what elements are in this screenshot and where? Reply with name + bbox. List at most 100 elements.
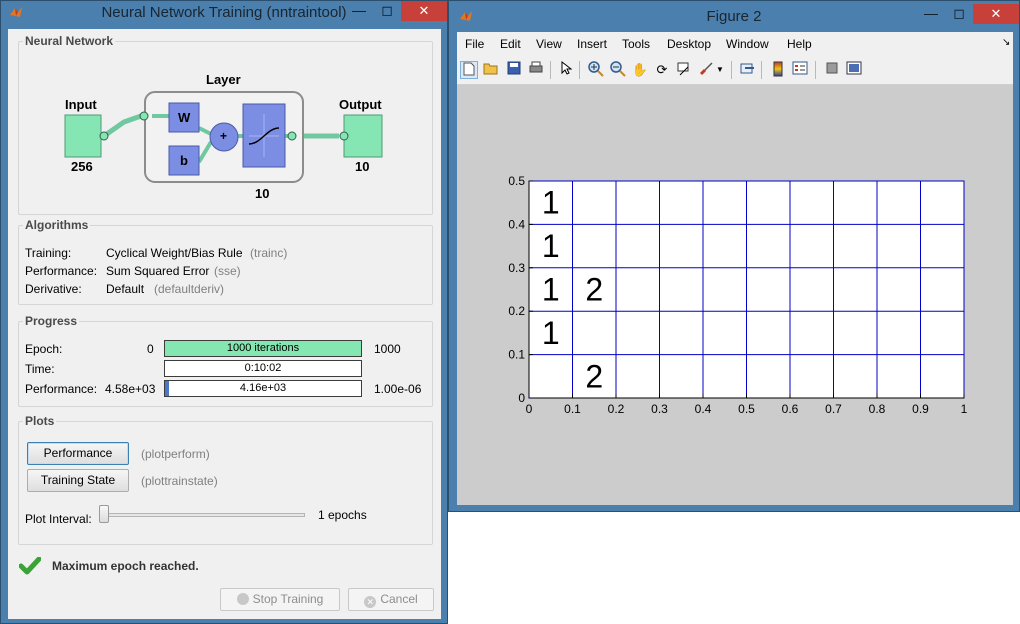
cell-label: 2 (585, 358, 603, 394)
plot-training-state-button[interactable]: Training State (27, 469, 129, 492)
perf-label: Performance: (25, 382, 98, 396)
cancel-label: Cancel (380, 592, 418, 606)
cell-label: 1 (542, 185, 560, 221)
new-figure-icon[interactable] (460, 61, 478, 79)
x-tick-label: 0.5 (738, 402, 755, 416)
y-tick-label: 0.2 (508, 304, 525, 318)
menu-window[interactable]: Window (726, 37, 769, 51)
output-node (339, 131, 349, 141)
close-button[interactable]: ✕ (401, 1, 447, 21)
stop-training-button[interactable]: Stop Training (220, 588, 340, 611)
dock-arrow-icon[interactable]: ↘ (1002, 37, 1010, 48)
training-value: Cyclical Weight/Bias Rule (106, 246, 243, 260)
menu-help[interactable]: Help (787, 37, 812, 51)
x-tick-label: 0.3 (651, 402, 668, 416)
figure-toolbar: ✋ ⟳ ▼ (457, 56, 1013, 85)
pointer-icon[interactable] (557, 60, 575, 79)
x-tick-label: 0.4 (695, 402, 712, 416)
plots-group-title: Plots (23, 414, 57, 428)
menu-edit[interactable]: Edit (500, 37, 521, 51)
show-plot-tools-icon[interactable] (845, 61, 863, 79)
cell-label: 1 (542, 315, 560, 351)
performance-progress-fill (165, 381, 169, 396)
plot-interval-value: 1 epochs (318, 508, 367, 522)
layer-input-node (139, 111, 149, 121)
time-value: 0:10:02 (244, 362, 282, 374)
figure-close-button[interactable]: ✕ (973, 4, 1019, 24)
layer-output-node (287, 131, 297, 141)
cell-label: 1 (542, 228, 560, 264)
plot-performance-fn: (plotperform) (141, 447, 210, 461)
menu-view[interactable]: View (536, 37, 562, 51)
menu-insert[interactable]: Insert (577, 37, 607, 51)
brush-icon[interactable] (697, 61, 715, 79)
maximize-button[interactable]: ◻ (373, 1, 401, 21)
open-icon[interactable] (482, 61, 500, 79)
performance-code: (sse) (214, 264, 241, 278)
plot-interval-thumb[interactable] (99, 505, 109, 523)
cell-label: 2 (585, 272, 603, 308)
progress-group: Progress Epoch: 0 1000 iterations 1000 T… (18, 314, 433, 407)
legend-icon[interactable] (791, 61, 809, 79)
grid-chart: 0 0.1 0.2 0.3 0.4 0.5 0.6 0.7 0.8 0.9 1 0 0.1 0.2 0.3 0… (508, 174, 967, 416)
train-window-client: Neural Network Input 256 Layer W b + 10 … (8, 29, 441, 619)
perf-end: 1.00e-06 (374, 382, 422, 396)
x-tick-label: 0.9 (912, 402, 929, 416)
epoch-label: Epoch: (25, 342, 63, 356)
colorbar-icon[interactable] (769, 61, 787, 79)
menu-desktop[interactable]: Desktop (667, 37, 711, 51)
figure-maximize-button[interactable]: ◻ (945, 4, 973, 24)
train-window-titlebar[interactable]: Neural Network Training (nntraintool) — … (1, 1, 447, 23)
x-tick-label: 0 (526, 402, 533, 416)
weight-label: W (178, 110, 191, 125)
plot-training-state-fn: (plottrainstate) (141, 474, 218, 488)
derivative-value: Default (106, 282, 145, 296)
derivative-label: Derivative: (25, 282, 82, 296)
check-icon (19, 557, 41, 575)
x-tick-label: 0.8 (869, 402, 886, 416)
plot-performance-button[interactable]: Performance (27, 442, 129, 465)
pan-icon[interactable]: ✋ (631, 61, 649, 79)
figure-menubar: File Edit View Insert Tools Desktop Wind… (457, 32, 1013, 56)
brush-dropdown-icon[interactable]: ▼ (715, 61, 725, 79)
zoom-out-icon[interactable] (609, 61, 627, 79)
minimize-button[interactable]: — (345, 1, 373, 21)
input-size: 256 (71, 159, 93, 174)
performance-value: Sum Squared Error (106, 264, 210, 278)
algorithms-group: Algorithms Training: Cyclical Weight/Bia… (18, 218, 433, 305)
save-icon[interactable] (505, 61, 523, 79)
output-size: 10 (355, 159, 370, 174)
train-window: Neural Network Training (nntraintool) — … (0, 0, 448, 624)
epoch-start: 0 (147, 342, 154, 356)
epoch-end: 1000 (374, 342, 401, 356)
training-code: (trainc) (250, 246, 288, 260)
cancel-button[interactable]: ✕ Cancel (348, 588, 434, 611)
plot-interval-track[interactable] (99, 513, 305, 517)
x-tick-label: 0.2 (608, 402, 625, 416)
x-tick-label: 0.1 (564, 402, 581, 416)
cancel-icon: ✕ (364, 596, 377, 608)
network-diagram (64, 91, 383, 183)
rotate-icon[interactable]: ⟳ (653, 61, 671, 79)
figure-window: Figure 2 — ◻ ✕ File Edit View Insert Too… (448, 0, 1020, 512)
time-display: 0:10:02 (164, 360, 362, 377)
menu-tools[interactable]: Tools (622, 37, 650, 51)
layer-size: 10 (255, 186, 270, 201)
output-label: Output (339, 97, 382, 112)
x-tick-label: 0.7 (825, 402, 842, 416)
cell-label: 1 (542, 272, 560, 308)
hide-plot-tools-icon[interactable] (823, 61, 841, 79)
data-cursor-icon[interactable] (675, 61, 693, 79)
print-icon[interactable] (527, 61, 545, 79)
stop-icon (236, 593, 249, 605)
link-icon[interactable] (739, 61, 757, 79)
epoch-progress-text: 1000 iterations (226, 342, 300, 354)
menu-file[interactable]: File (465, 37, 484, 51)
y-tick-label: 0.3 (508, 261, 525, 275)
algorithms-group-title: Algorithms (23, 218, 91, 232)
performance-progress-bar: 4.16e+03 (164, 380, 362, 397)
figure-minimize-button[interactable]: — (917, 4, 945, 24)
figure-window-titlebar[interactable]: Figure 2 — ◻ ✕ (449, 1, 1019, 25)
training-label: Training: (25, 246, 72, 260)
zoom-in-icon[interactable] (587, 61, 605, 79)
